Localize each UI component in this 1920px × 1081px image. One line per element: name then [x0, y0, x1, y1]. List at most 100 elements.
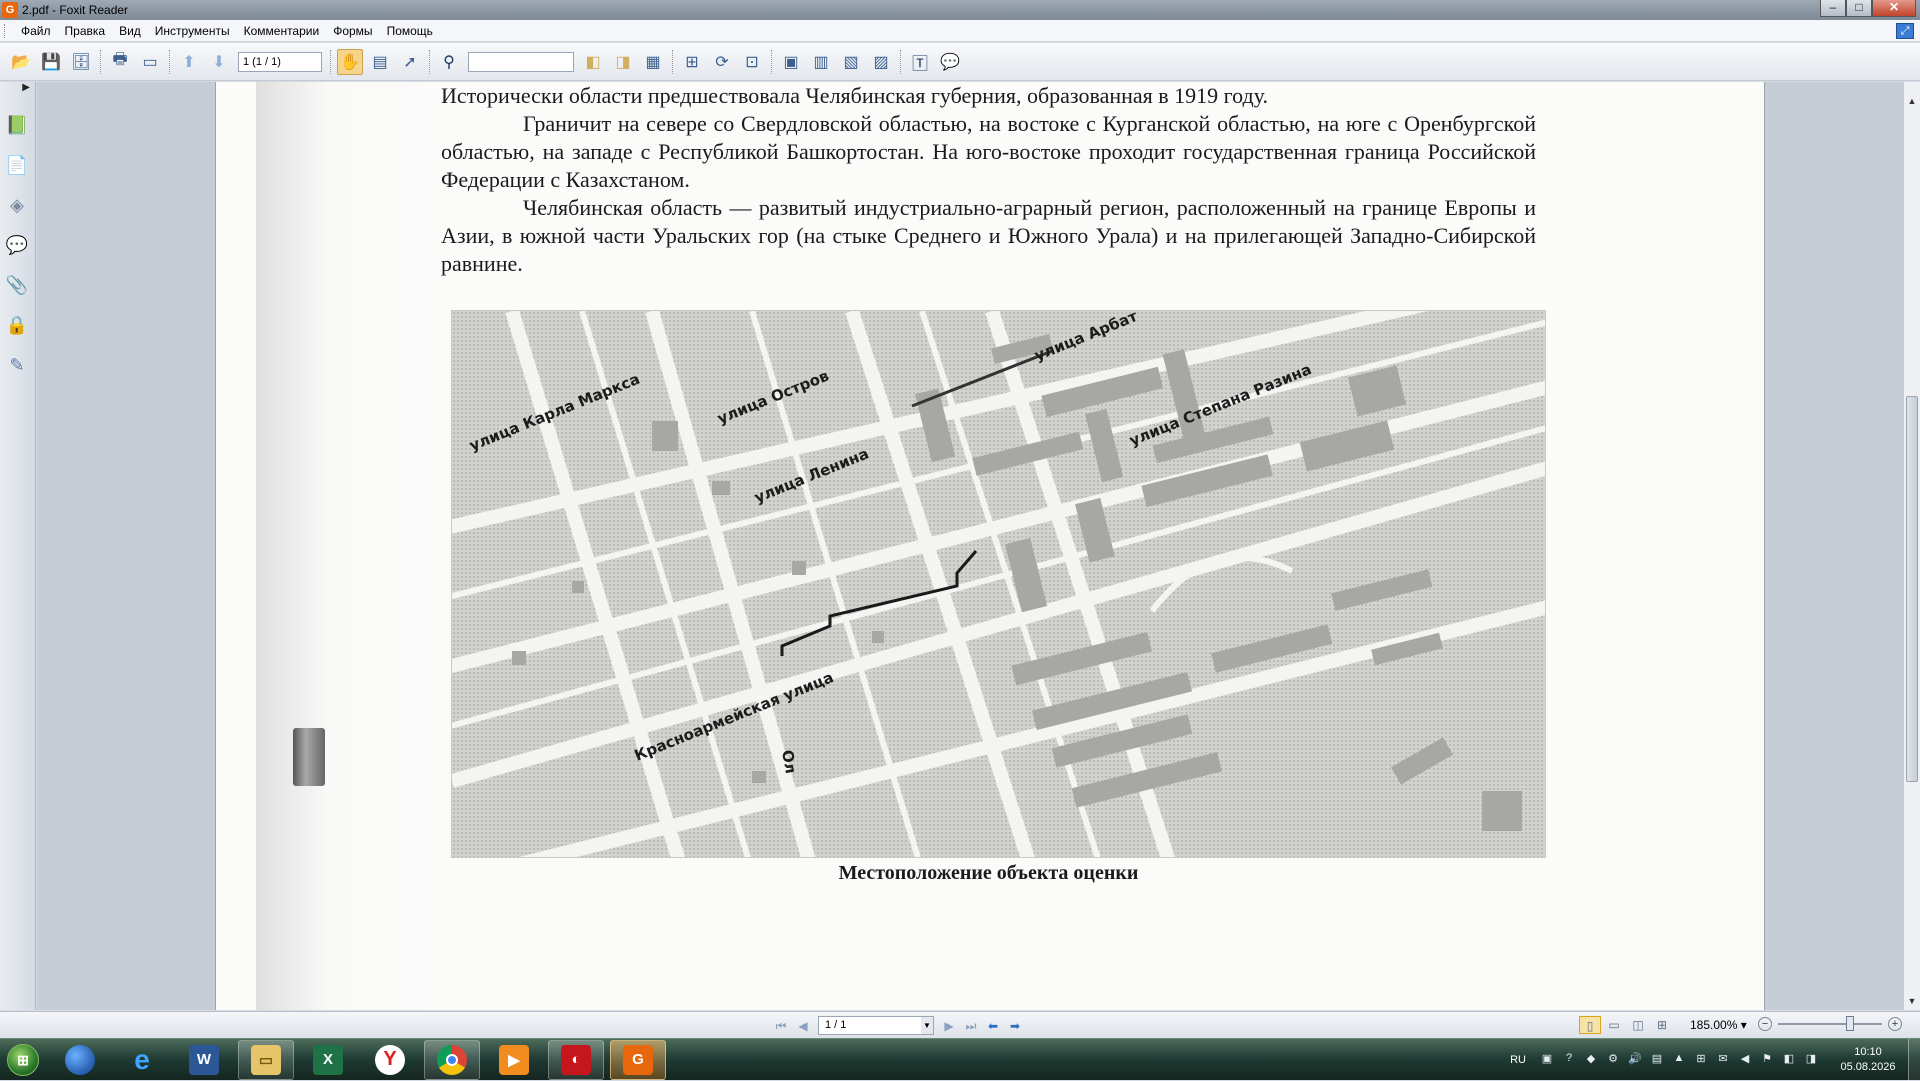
page-tool-2-icon[interactable]: ▥ [808, 49, 834, 75]
screen-icon[interactable]: ▭ [137, 49, 163, 75]
export-icon[interactable]: ▦ [640, 49, 666, 75]
attachments-icon[interactable]: 📎 [5, 272, 29, 298]
taskbar: ⊞ e W ▭ X Y ▶ ◐ G RU ▣ ? ◆ ⚙ 🔊 ▤ ▲ ⊞ ✉ ◀… [0, 1038, 1920, 1081]
flag-icon[interactable]: ⚑ [1759, 1052, 1775, 1068]
menu-help[interactable]: Помощь [380, 24, 440, 38]
hand-tool-icon[interactable]: ✋ [337, 48, 363, 75]
first-page-icon[interactable]: ⏮ [770, 1017, 792, 1035]
menu-comments[interactable]: Комментарии [237, 24, 327, 38]
taskbar-yandex[interactable]: Y [362, 1040, 418, 1080]
zoom-dropdown-icon[interactable]: ▾ [1741, 1018, 1747, 1032]
taskbar-red-app[interactable]: ◐ [548, 1039, 604, 1080]
taskbar-file-explorer[interactable]: ▭ [238, 1039, 294, 1080]
taskbar-foxit-reader[interactable]: G [610, 1039, 666, 1080]
prev-page-status-icon[interactable]: ◀ [792, 1017, 814, 1035]
scroll-up-icon[interactable]: ▲ [1904, 96, 1920, 110]
taskbar-internet-explorer[interactable]: e [114, 1040, 170, 1080]
vertical-scrollbar[interactable]: ▲ ▼ [1903, 82, 1920, 1010]
taskbar-browser-blue[interactable] [52, 1040, 108, 1080]
expand-panel-icon[interactable]: ▶ [0, 82, 36, 98]
save-all-icon[interactable]: 🗄 [68, 49, 94, 75]
paragraph-1: Исторически области предшествовала Челяб… [441, 83, 1269, 108]
tray-icon-7[interactable]: ◀ [1737, 1052, 1753, 1068]
zoom-level[interactable]: 185.00% ▾ [1690, 1018, 1747, 1032]
taskbar-excel[interactable]: X [300, 1040, 356, 1080]
clock[interactable]: 10:10 05.08.2026 [1828, 1045, 1908, 1075]
maximize-button[interactable]: □ [1846, 0, 1872, 17]
toolbar-separator [169, 49, 170, 74]
next-page-icon[interactable]: ⬇ [206, 49, 232, 75]
open-folder-icon[interactable]: 📂 [8, 49, 34, 75]
print-icon[interactable]: 🖶 [107, 49, 133, 75]
taskbar-word[interactable]: W [176, 1040, 232, 1080]
forward-arrow-icon[interactable]: ➡ [1004, 1017, 1026, 1035]
foxit-app-icon[interactable]: G [2, 2, 18, 18]
next-page-status-icon[interactable]: ▶ [938, 1017, 960, 1035]
tray-icon-4[interactable]: ▲ [1671, 1052, 1687, 1068]
close-button[interactable]: ✕ [1872, 0, 1916, 17]
search-input[interactable] [468, 51, 574, 72]
layers-icon[interactable]: ◈ [5, 192, 29, 218]
page-tool-4-icon[interactable]: ▨ [868, 49, 894, 75]
back-arrow-icon[interactable]: ⬅ [982, 1017, 1004, 1035]
tray-icon-6[interactable]: ✉ [1715, 1052, 1731, 1068]
document-view[interactable]: Исторически области предшествовала Челяб… [37, 82, 1903, 1010]
minimize-button[interactable]: – [1820, 0, 1846, 17]
tray-icon-1[interactable]: ▣ [1539, 1052, 1555, 1068]
expand-icon[interactable]: ⤢ [1896, 23, 1914, 39]
tray-icon-9[interactable]: ◨ [1803, 1052, 1819, 1068]
status-page-field[interactable]: 1 / 1 ▼ [818, 1016, 934, 1035]
find-binoculars-icon[interactable]: ⚲ [436, 49, 462, 75]
tray-icon-3[interactable]: ⚙ [1605, 1052, 1621, 1068]
tray-icon-2[interactable]: ◆ [1583, 1052, 1599, 1068]
zoom-knob[interactable] [1846, 1016, 1854, 1031]
page-tool-3-icon[interactable]: ▧ [838, 49, 864, 75]
help-icon[interactable]: ? [1561, 1052, 1577, 1068]
zoom-out-icon[interactable]: − [1758, 1017, 1772, 1031]
continuous-icon[interactable]: ▭ [1603, 1016, 1625, 1034]
menu-tools[interactable]: Инструменты [148, 24, 237, 38]
page-tool-1-icon[interactable]: ▣ [778, 49, 804, 75]
volume-icon[interactable]: 🔊 [1627, 1052, 1643, 1068]
tray-icon-8[interactable]: ◧ [1781, 1052, 1797, 1068]
pages-icon[interactable]: 📄 [5, 152, 29, 178]
fit-width-icon[interactable]: ⊡ [739, 49, 765, 75]
comments-icon[interactable]: 💬 [5, 232, 29, 258]
zoom-track[interactable] [1778, 1016, 1882, 1031]
security-lock-icon[interactable]: 🔒 [5, 312, 29, 338]
last-page-icon[interactable]: ⏭ [960, 1017, 982, 1035]
show-desktop-button[interactable] [1908, 1039, 1920, 1081]
single-page-icon[interactable]: ▯ [1579, 1016, 1601, 1034]
taskbar-media-player[interactable]: ▶ [486, 1040, 542, 1080]
continuous-facing-icon[interactable]: ⊞ [1651, 1016, 1673, 1034]
network-icon[interactable]: ▤ [1649, 1052, 1665, 1068]
facing-icon[interactable]: ◫ [1627, 1016, 1649, 1034]
bookmarks-icon[interactable]: 📗 [5, 112, 29, 138]
start-button[interactable]: ⊞ [0, 1040, 46, 1080]
find-prev-icon[interactable]: ◧ [580, 49, 606, 75]
zoom-slider[interactable]: − + [1758, 1016, 1902, 1031]
prev-page-icon[interactable]: ⬆ [176, 49, 202, 75]
find-next-icon[interactable]: ◨ [610, 49, 636, 75]
menu-view[interactable]: Вид [112, 24, 148, 38]
fit-page-icon[interactable]: ⊞ [679, 49, 705, 75]
menu-forms[interactable]: Формы [326, 24, 379, 38]
page-number-input[interactable] [238, 51, 322, 72]
select-arrow-icon[interactable]: ➚ [397, 49, 423, 75]
language-indicator[interactable]: RU [1510, 1054, 1526, 1066]
scroll-down-icon[interactable]: ▼ [1904, 996, 1920, 1010]
taskbar-chrome[interactable] [424, 1039, 480, 1080]
tray-icon-5[interactable]: ⊞ [1693, 1052, 1709, 1068]
save-icon[interactable]: 💾 [38, 49, 64, 75]
zoom-in-icon[interactable]: + [1888, 1017, 1902, 1031]
menu-file[interactable]: Файл [14, 24, 58, 38]
menu-edit[interactable]: Правка [58, 24, 113, 38]
signature-icon[interactable]: ✎ [5, 352, 29, 378]
select-text-icon[interactable]: ▤ [367, 49, 393, 75]
scroll-thumb[interactable] [1906, 396, 1918, 782]
chevron-down-icon[interactable]: ▼ [921, 1017, 933, 1034]
rotate-icon[interactable]: ⟳ [709, 49, 735, 75]
toolbar-separator [330, 49, 331, 74]
comment-note-icon[interactable]: 💬 [937, 49, 963, 75]
typewriter-icon[interactable]: 🅃 [907, 49, 933, 75]
